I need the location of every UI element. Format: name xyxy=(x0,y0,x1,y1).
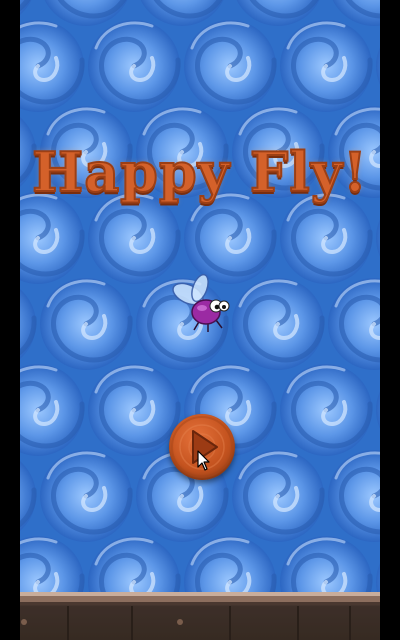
fly-character-icon xyxy=(172,274,230,332)
playfield: Happy Fly! xyxy=(20,0,380,592)
swirl-tile xyxy=(40,278,132,370)
ground-shelf xyxy=(20,592,380,640)
swirl-tile xyxy=(280,192,372,284)
game-title: Happy Fly! xyxy=(31,139,368,205)
swirl-tile xyxy=(40,450,132,542)
ground-planks xyxy=(20,592,380,640)
swirl-tile xyxy=(184,192,276,284)
mouse-cursor-icon xyxy=(197,450,210,471)
swirl-tile xyxy=(88,20,180,112)
swirl-tile xyxy=(88,364,180,456)
swirl-tile xyxy=(184,20,276,112)
swirl-tile xyxy=(280,20,372,112)
swirl-tile xyxy=(232,450,324,542)
swirl-tile xyxy=(232,278,324,370)
swirl-tile xyxy=(88,192,180,284)
swirl-tile xyxy=(280,364,372,456)
game-screen: Happy Fly! xyxy=(0,0,400,640)
